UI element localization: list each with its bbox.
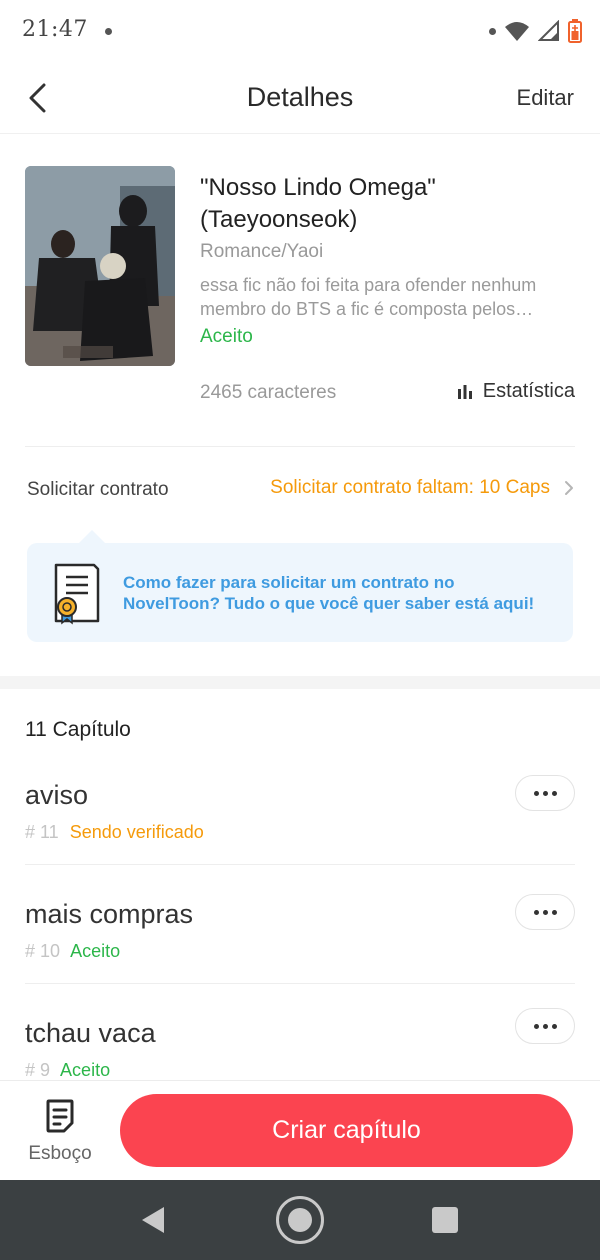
chapter-more-button[interactable] <box>515 775 575 811</box>
chapter-status: Aceito <box>60 1060 111 1080</box>
more-icon-dot <box>551 1023 557 1029</box>
chapter-title: mais compras <box>25 899 194 929</box>
bar-chart-icon <box>457 384 472 399</box>
chapter-title: aviso <box>25 780 89 810</box>
top-app-bar: Detalhes Editar <box>0 62 600 134</box>
more-icon-dot <box>551 790 557 796</box>
chapter-meta: # 10 Aceito <box>25 941 120 962</box>
status-time: 21:47 <box>22 17 88 42</box>
book-status-badge: Aceito <box>200 326 253 347</box>
page-title: Detalhes <box>246 82 354 112</box>
chevron-right-icon <box>565 481 573 495</box>
more-icon-dot <box>551 909 557 915</box>
edit-button[interactable]: Editar <box>517 85 574 111</box>
chapter-more-button[interactable] <box>515 894 575 930</box>
cover-photo <box>25 166 175 366</box>
chapter-number: # 10 <box>25 941 61 961</box>
chapter-more-button[interactable] <box>515 1008 575 1044</box>
chapter-meta: # 9 Aceito <box>25 1060 110 1080</box>
chapter-item[interactable]: tchau vaca # 9 Aceito <box>25 1018 575 1080</box>
contract-label: Solicitar contrato <box>27 479 169 500</box>
more-icon-dot <box>542 790 548 796</box>
signal-icon <box>538 20 559 41</box>
nav-back-icon[interactable] <box>140 1205 166 1235</box>
contract-info-card[interactable]: Como fazer para solicitar um contrato no… <box>27 543 573 642</box>
chapter-title: tchau vaca <box>25 1018 156 1048</box>
more-icon-dot <box>542 909 548 915</box>
chapter-meta: # 11 Sendo verificado <box>25 822 204 843</box>
draft-icon <box>46 1099 74 1133</box>
nav-home-icon[interactable] <box>276 1196 324 1244</box>
certificate-icon <box>54 563 100 625</box>
notification-dot-icon <box>489 27 496 35</box>
request-contract-text: Solicitar contrato faltam: 10 Caps <box>270 477 550 498</box>
statistics-button[interactable]: Estatística <box>457 380 575 403</box>
more-icon-dot <box>533 790 539 796</box>
info-card-pointer <box>78 530 106 544</box>
more-icon-dot <box>533 1023 539 1029</box>
book-title: "Nosso Lindo Omega" (Taeyoonseok) <box>200 174 436 233</box>
book-genre: Romance/Yaoi <box>200 241 324 262</box>
chapter-status: Sendo verificado <box>69 822 204 842</box>
notification-dot-icon <box>105 28 112 35</box>
chapter-number: # 9 <box>25 1060 51 1080</box>
request-contract-link[interactable]: Solicitar contrato faltam: 10 Caps <box>270 477 574 499</box>
divider <box>25 864 575 865</box>
system-navigation-bar <box>0 1180 600 1260</box>
chapter-item[interactable]: aviso # 11 Sendo verificado <box>25 775 575 899</box>
book-cover-image[interactable] <box>25 166 175 366</box>
status-icons <box>489 18 582 44</box>
chapter-number: # 11 <box>25 822 59 842</box>
contract-info-text: Como fazer para solicitar um contrato no… <box>123 573 535 613</box>
divider <box>25 983 575 984</box>
chapter-count: 11 Capítulo <box>25 718 131 741</box>
status-bar: 21:47 <box>0 0 600 62</box>
chapter-status: Aceito <box>70 941 121 961</box>
bottom-action-bar: Esboço Criar capítulo <box>0 1080 600 1180</box>
statistics-label: Estatística <box>482 380 575 402</box>
more-icon-dot <box>533 909 539 915</box>
chapter-item[interactable]: mais compras # 10 Aceito <box>25 894 575 1018</box>
create-chapter-button[interactable]: Criar capítulo <box>120 1094 573 1167</box>
book-description: essa fic não foi feita para ofender nenh… <box>200 275 537 319</box>
draft-button[interactable]: Esboço <box>20 1099 100 1169</box>
nav-recents-icon[interactable] <box>432 1207 458 1233</box>
battery-icon <box>568 19 582 43</box>
wifi-icon <box>505 22 529 41</box>
divider <box>25 446 575 447</box>
section-separator <box>0 676 600 689</box>
more-icon-dot <box>542 1023 548 1029</box>
draft-label: Esboço <box>28 1143 92 1164</box>
book-character-count: 2465 caracteres <box>200 382 337 403</box>
